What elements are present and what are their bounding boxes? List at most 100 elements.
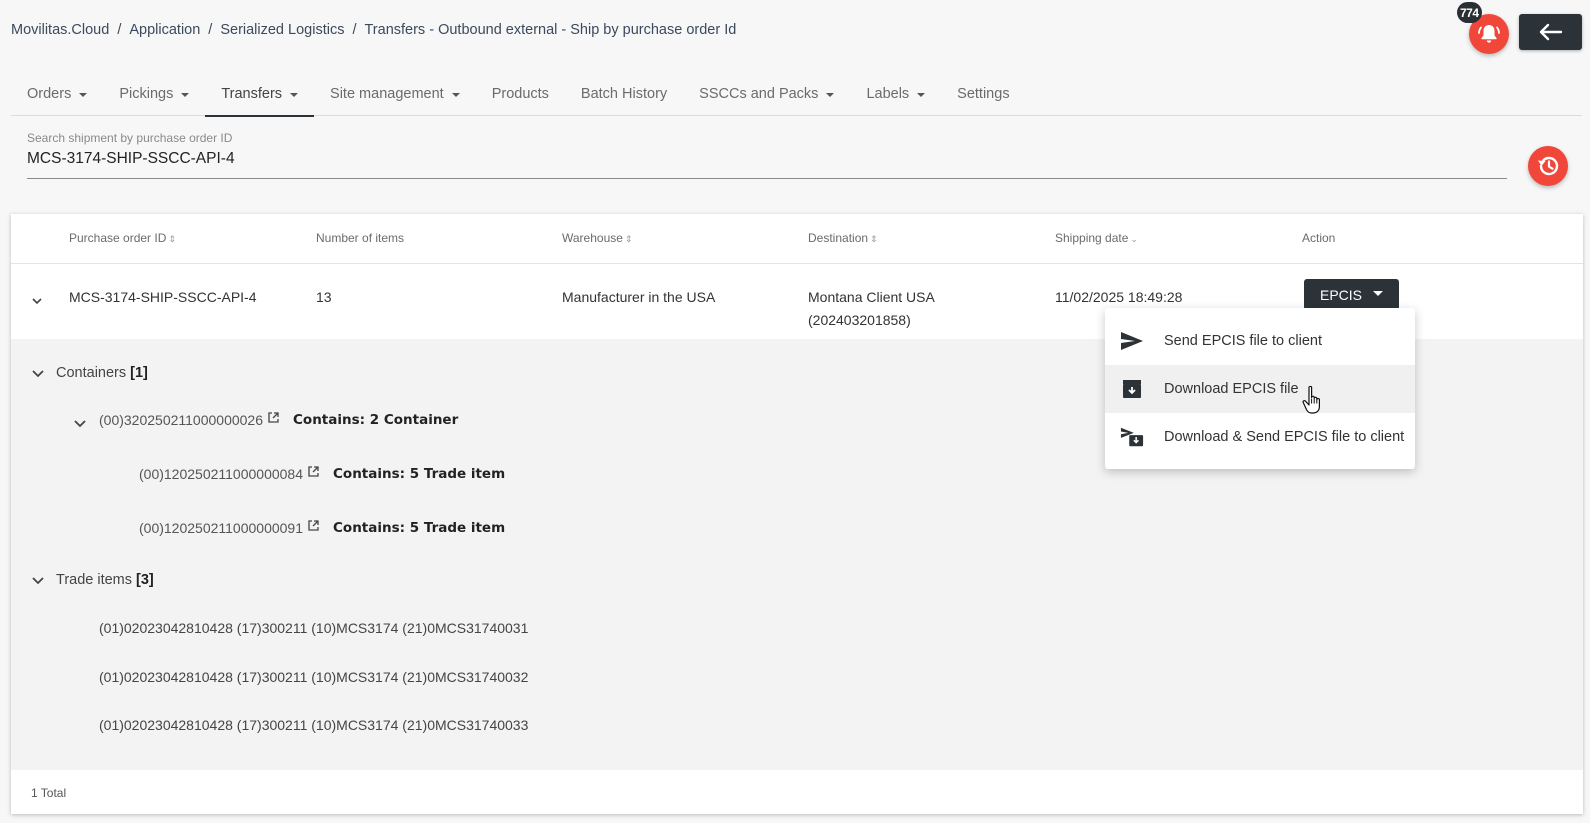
tab-orders[interactable]: Orders <box>11 72 103 116</box>
column-header-shipping-date[interactable]: Shipping date ⌄ <box>1055 231 1138 245</box>
container-code-link[interactable]: (00)120250211000000091 <box>139 520 303 536</box>
external-link-icon[interactable] <box>308 465 319 477</box>
column-header-label: Warehouse <box>562 231 623 245</box>
shipments-table: Purchase order ID ⇕ Number of items Wareh… <box>11 214 1583 814</box>
tab-label: Batch History <box>580 86 668 102</box>
tab-ssccs-and-packs[interactable]: SSCCs and Packs <box>683 72 850 116</box>
column-header-warehouse[interactable]: Warehouse ⇕ <box>562 231 632 245</box>
container-code-link[interactable]: (00)120250211000000084 <box>139 466 303 482</box>
epcis-button-label: EPCIS <box>1319 286 1362 303</box>
menu-item-label: Download & Send EPCIS file to client <box>1164 429 1405 445</box>
history-button[interactable] <box>1528 146 1568 186</box>
epcis-dropdown-menu: Send EPCIS file to client Download EPCIS… <box>1105 308 1415 469</box>
column-header-label: Shipping date <box>1055 231 1129 245</box>
breadcrumb: Movilitas.Cloud / Application / Serialized L… <box>11 22 736 38</box>
search-label: Search shipment by purchase order ID <box>27 131 233 145</box>
chevron-down-icon <box>32 298 42 305</box>
column-header-destination[interactable]: Destination ⇕ <box>808 231 878 245</box>
containers-label: Containers <box>56 365 127 381</box>
breadcrumb-separator: / <box>208 22 213 38</box>
tab-label: Pickings <box>119 86 174 102</box>
tab-labels[interactable]: Labels <box>850 72 941 116</box>
notification-count-badge: 774 <box>1457 2 1482 23</box>
column-header-label: Destination <box>808 231 869 245</box>
sort-icon: ⇕ <box>870 234 878 244</box>
table-header: Purchase order ID ⇕ Number of items Wareh… <box>11 214 1583 264</box>
external-link-icon[interactable] <box>268 411 279 423</box>
tab-label: Products <box>491 86 549 102</box>
container-parent: (00)320250211000000026 Contains: 2 Conta… <box>73 411 458 428</box>
tab-label: Site management <box>330 86 444 102</box>
chevron-down-icon[interactable] <box>73 419 87 428</box>
row-collapse-toggle[interactable] <box>31 292 43 310</box>
tab-label: Settings <box>957 86 1010 102</box>
menu-item-label: Send EPCIS file to client <box>1164 333 1322 349</box>
trade-items-label: Trade items <box>56 572 133 588</box>
breadcrumb-separator: / <box>352 22 357 38</box>
notifications: 774 <box>1457 2 1509 54</box>
tab-label: SSCCs and Packs <box>699 86 819 102</box>
menu-item-label: Download EPCIS file <box>1164 381 1299 397</box>
trade-item: (01)02023042810428 (17)300211 (10)MCS317… <box>99 620 529 636</box>
mouse-cursor-hand-icon <box>1302 385 1320 414</box>
breadcrumb-item-current[interactable]: Transfers - Outbound external - Ship by … <box>364 22 736 38</box>
container-contains: Contains: 5 Trade item <box>333 466 506 482</box>
sort-desc-icon: ⌄ <box>1130 234 1138 244</box>
container-child: (00)120250211000000091 Contains: 5 Trade… <box>139 519 506 536</box>
tab-pickings[interactable]: Pickings <box>103 72 205 116</box>
cell-warehouse: Manufacturer in the USA <box>562 289 716 305</box>
menu-item-download-epcis[interactable]: Download EPCIS file <box>1105 365 1415 413</box>
destination-id: (202403201858) <box>808 312 911 328</box>
external-link-icon[interactable] <box>308 519 319 531</box>
column-header-purchase-order-id[interactable]: Purchase order ID ⇕ <box>69 231 176 245</box>
tab-label: Orders <box>27 86 72 102</box>
send-icon <box>1120 329 1144 353</box>
cell-purchase-order-id: MCS-3174-SHIP-SSCC-API-4 <box>69 289 257 305</box>
tab-site-management[interactable]: Site management <box>314 72 476 116</box>
main-nav-tabs: Orders Pickings Transfers Site managemen… <box>11 72 1582 117</box>
arrow-left-icon <box>1539 23 1562 41</box>
column-header-label: Action <box>1302 231 1336 245</box>
breadcrumb-item-serialized-logistics[interactable]: Serialized Logistics <box>220 22 344 38</box>
tab-label: Labels <box>866 86 910 102</box>
container-child: (00)120250211000000084 Contains: 5 Trade… <box>139 465 506 482</box>
archive-download-icon <box>1120 377 1144 401</box>
caret-down-icon <box>917 93 926 97</box>
container-contains: Contains: 5 Trade item <box>333 520 506 536</box>
menu-item-download-and-send-epcis[interactable]: Download & Send EPCIS file to client <box>1105 413 1415 461</box>
caret-down-icon <box>826 93 835 97</box>
history-icon <box>1538 156 1559 176</box>
search-input[interactable] <box>27 150 1507 168</box>
table-footer: 1 Total <box>11 770 1583 814</box>
back-button[interactable] <box>1519 14 1582 50</box>
tab-settings[interactable]: Settings <box>941 72 1025 116</box>
tab-label: Transfers <box>221 86 283 102</box>
container-code-link[interactable]: (00)320250211000000026 <box>99 412 263 428</box>
breadcrumb-item-home[interactable]: Movilitas.Cloud <box>11 22 109 38</box>
breadcrumb-item-application[interactable]: Application <box>129 22 200 38</box>
column-header-label: Purchase order ID <box>69 231 167 245</box>
caret-down-icon <box>290 93 299 97</box>
cell-shipping-date: 11/02/2025 18:49:28 <box>1055 289 1183 305</box>
chevron-down-icon <box>32 369 44 377</box>
containers-count: [1] <box>130 365 148 381</box>
search-field: Search shipment by purchase order ID <box>27 131 1507 179</box>
destination-name: Montana Client USA <box>808 289 935 305</box>
column-header-number-of-items: Number of items <box>316 231 404 245</box>
column-header-label: Number of items <box>316 231 405 245</box>
trade-items-section-toggle[interactable]: Trade items [3] <box>31 572 154 588</box>
tab-batch-history[interactable]: Batch History <box>565 72 683 116</box>
breadcrumb-separator: / <box>117 22 122 38</box>
tab-transfers[interactable]: Transfers <box>205 72 314 117</box>
caret-down-icon <box>181 93 190 97</box>
caret-down-icon <box>1373 290 1383 296</box>
sort-icon: ⇕ <box>624 234 633 244</box>
epcis-dropdown-button[interactable]: EPCIS <box>1304 279 1399 310</box>
containers-section-toggle[interactable]: Containers [1] <box>31 365 148 381</box>
menu-item-send-epcis[interactable]: Send EPCIS file to client <box>1105 317 1415 365</box>
trade-item: (01)02023042810428 (17)300211 (10)MCS317… <box>99 669 529 685</box>
column-header-action: Action <box>1302 231 1335 245</box>
tab-products[interactable]: Products <box>476 72 565 116</box>
chevron-down-icon <box>32 576 44 584</box>
sort-icon: ⇕ <box>168 234 176 244</box>
